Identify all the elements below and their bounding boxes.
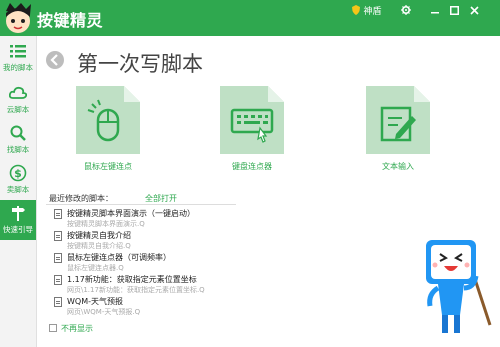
- mascot-illustration: [426, 240, 492, 333]
- sidebar-item-my-scripts[interactable]: 我的脚本: [0, 38, 36, 78]
- list-item[interactable]: 鼠标左键连点器（可调频率） 鼠标左键连点器.Q: [54, 252, 244, 274]
- sidebar-item-quick-guide[interactable]: 快速引导: [0, 200, 36, 240]
- sidebar-item-label: 卖脚本: [6, 185, 30, 194]
- list-item[interactable]: 按键精灵脚本界面演示（一键启动） 按键精灵脚本界面演示.Q: [54, 208, 244, 230]
- script-path: 网页\1.17新功能：获取指定元素位置坐标.Q: [67, 286, 205, 294]
- script-name: 1.17新功能：获取指定元素位置坐标: [67, 275, 197, 284]
- sidebar-item-label: 我的脚本: [3, 63, 33, 72]
- tile-label-text-input[interactable]: 文本输入: [343, 161, 453, 172]
- sidebar-item-find-scripts[interactable]: 找脚本: [0, 120, 36, 160]
- search-icon: [10, 125, 26, 141]
- script-path: 网页\WQM-天气预报.Q: [67, 308, 141, 316]
- page-title: 第一次写脚本: [77, 52, 203, 76]
- script-file-icon: [54, 253, 62, 263]
- gear-icon: [401, 5, 411, 15]
- script-file-icon: [54, 209, 62, 219]
- maximize-button[interactable]: [446, 0, 462, 20]
- script-name: 按键精灵脚本界面演示（一键启动）: [67, 209, 195, 218]
- sidebar-item-label: 找脚本: [6, 145, 30, 154]
- mouse-click-tile[interactable]: [76, 86, 140, 154]
- settings-button[interactable]: [398, 0, 414, 20]
- divider: [46, 204, 236, 205]
- back-button[interactable]: [46, 51, 64, 69]
- cloud-icon: [9, 86, 27, 99]
- close-icon: [469, 5, 479, 15]
- dont-show-again-label: 不再显示: [61, 323, 93, 333]
- sidebar-item-sell-scripts[interactable]: $ 卖脚本: [0, 160, 36, 200]
- close-button[interactable]: [466, 0, 482, 20]
- list-icon: [10, 45, 26, 58]
- script-name: WQM-天气预报: [67, 297, 123, 306]
- script-file-icon: [54, 275, 62, 285]
- chevron-left-icon: [50, 54, 58, 66]
- sidebar-item-cloud-scripts[interactable]: 云脚本: [0, 80, 36, 120]
- svg-text:$: $: [14, 167, 22, 180]
- title-bar: 按键精灵 神盾: [0, 0, 500, 36]
- shield-icon: [352, 5, 361, 15]
- minimize-icon: [431, 12, 439, 14]
- script-name: 鼠标左键连点器（可调频率）: [67, 253, 171, 262]
- list-item[interactable]: WQM-天气预报 网页\WQM-天气预报.Q: [54, 296, 244, 318]
- signpost-icon: [12, 206, 25, 221]
- checkbox-box[interactable]: [49, 324, 57, 332]
- sidebar: 我的脚本 云脚本 找脚本 $ 卖脚本 快速引导: [0, 36, 37, 347]
- dollar-icon: $: [9, 164, 27, 182]
- minimize-button[interactable]: [427, 0, 443, 20]
- script-path: 鼠标左键连点器.Q: [67, 264, 124, 272]
- script-file-icon: [54, 231, 62, 241]
- text-input-tile[interactable]: [366, 86, 430, 154]
- script-path: 按键精灵自我介绍.Q: [67, 242, 131, 250]
- app-title: 按键精灵: [37, 11, 104, 30]
- sidebar-item-label: 云脚本: [6, 105, 30, 114]
- keyboard-tile[interactable]: [220, 86, 284, 154]
- tile-label-mouse[interactable]: 鼠标左键连点: [53, 161, 163, 172]
- script-name: 按键精灵自我介绍: [67, 231, 131, 240]
- vip-shield-button[interactable]: 神盾: [352, 0, 382, 20]
- tile-label-keyboard[interactable]: 键盘连点器: [197, 161, 307, 172]
- maximize-icon: [449, 5, 459, 15]
- script-path: 按键精灵脚本界面演示.Q: [67, 220, 145, 228]
- list-item[interactable]: 1.17新功能：获取指定元素位置坐标 网页\1.17新功能：获取指定元素位置坐标…: [54, 274, 244, 296]
- sidebar-item-label: 快速引导: [3, 225, 33, 234]
- open-all-link[interactable]: 全部打开: [145, 193, 177, 204]
- vip-label: 神盾: [363, 6, 382, 17]
- recent-scripts-header: 最近修改的脚本：: [49, 194, 113, 203]
- app-logo-icon: [6, 3, 31, 33]
- script-file-icon: [54, 297, 62, 307]
- list-item[interactable]: 按键精灵自我介绍 按键精灵自我介绍.Q: [54, 230, 244, 252]
- dont-show-again-checkbox[interactable]: 不再显示: [49, 322, 93, 334]
